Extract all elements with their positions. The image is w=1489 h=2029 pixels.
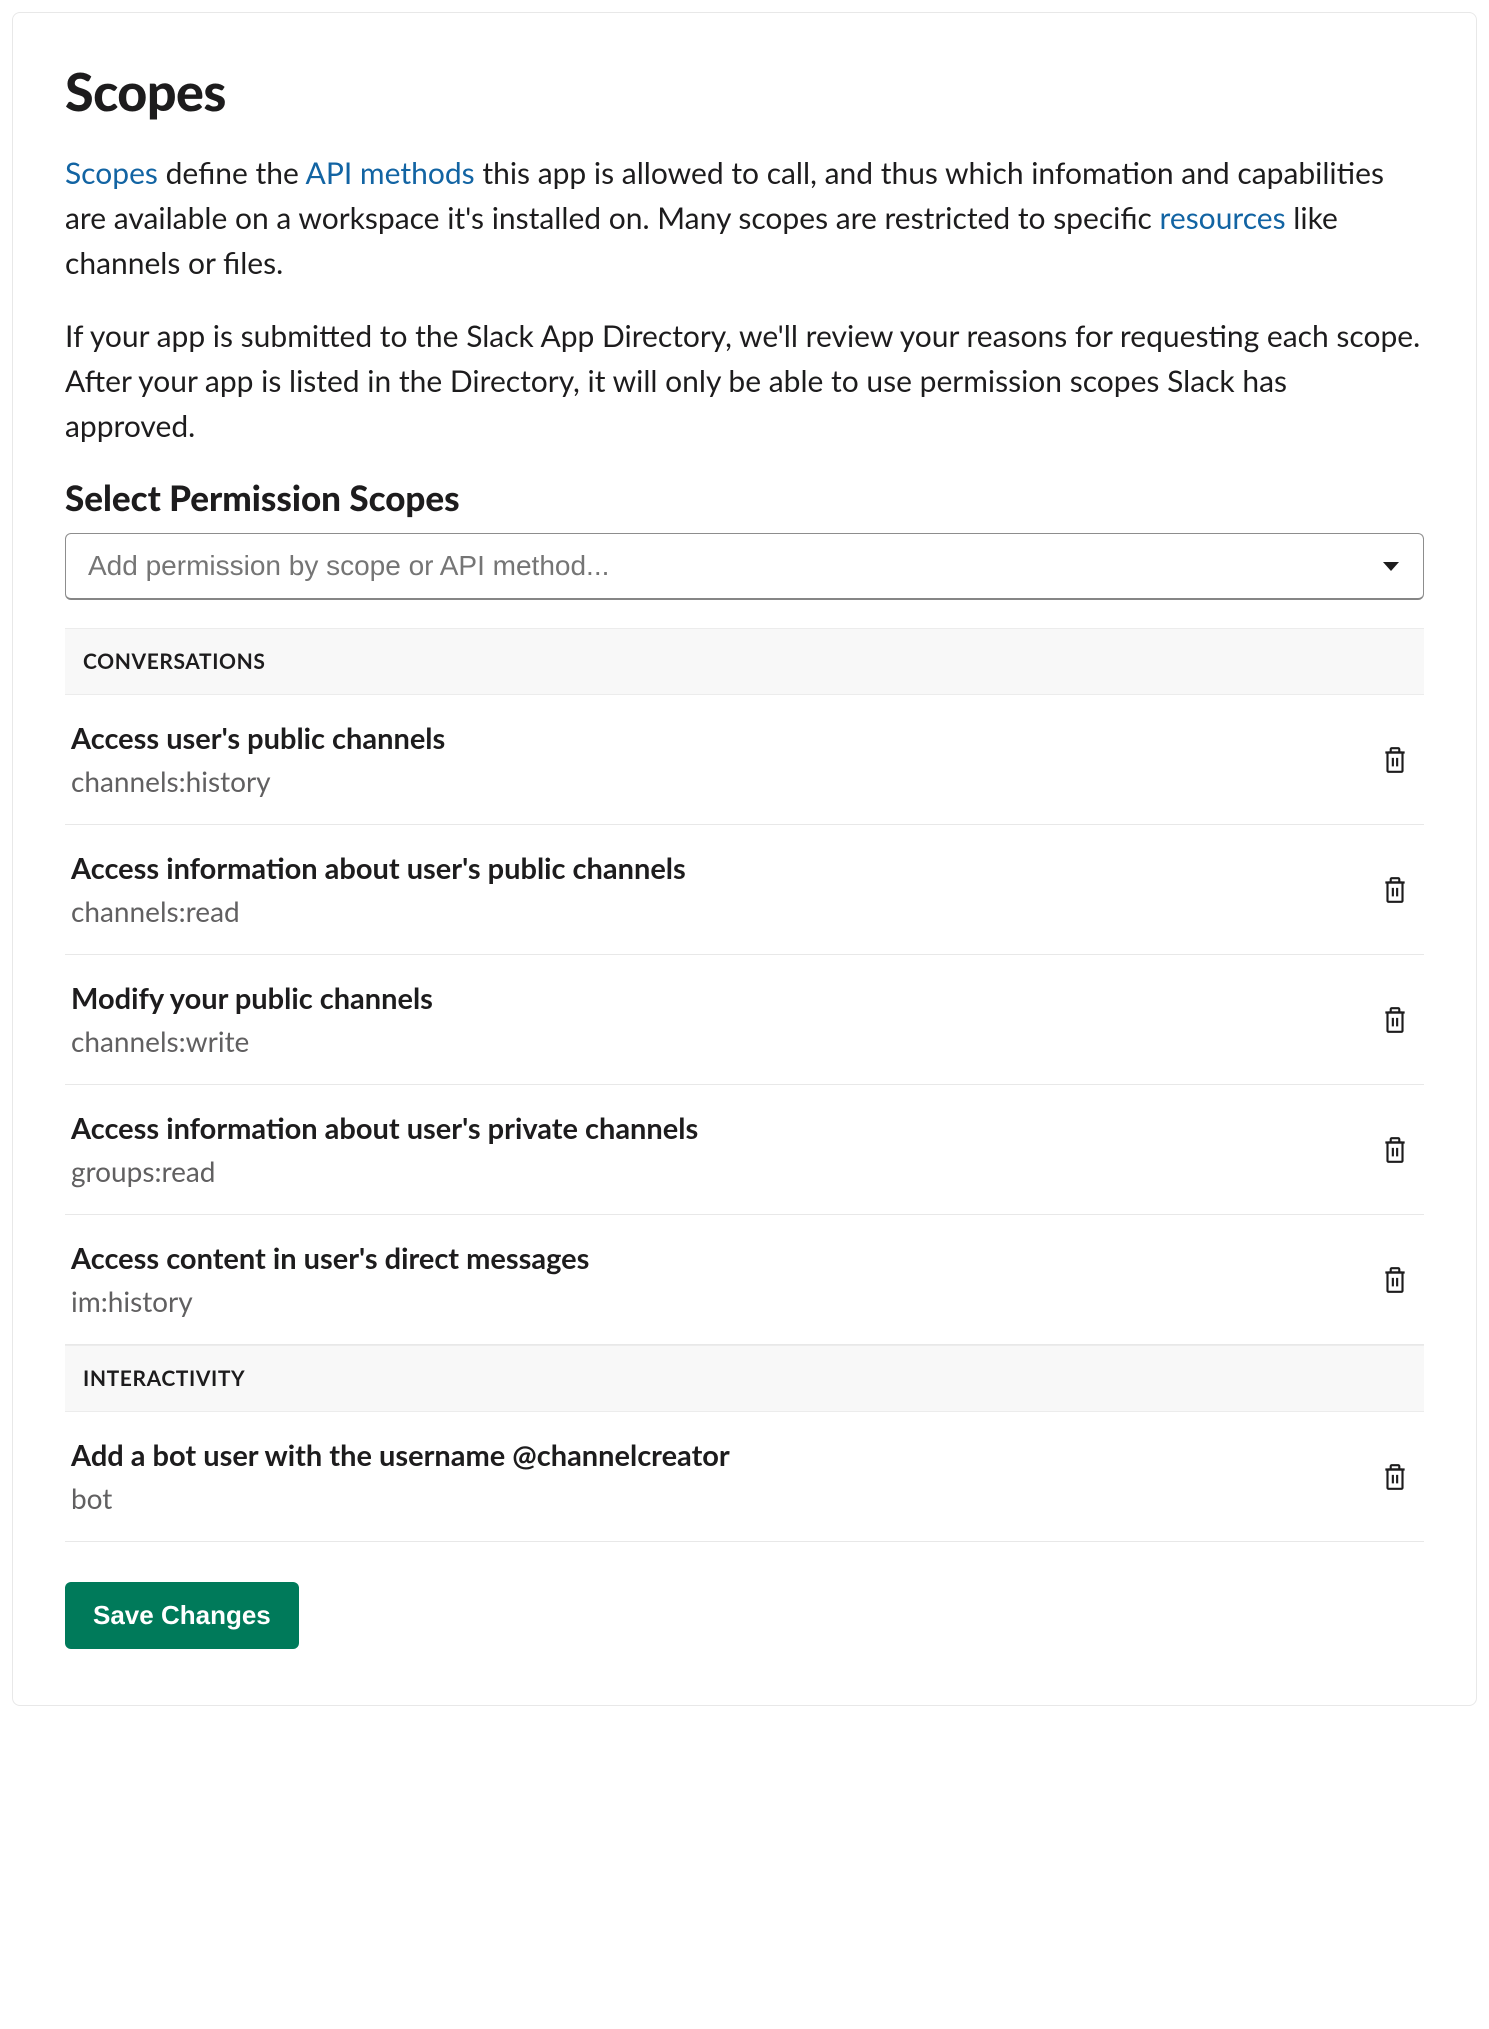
scope-key: channels:history <box>71 764 445 798</box>
scope-title: Access user's public channels <box>71 721 445 756</box>
delete-scope-button[interactable] <box>1376 1259 1414 1301</box>
intro-paragraph-1: Scopes define the API methods this app i… <box>65 151 1424 286</box>
scope-row: Add a bot user with the username @channe… <box>65 1412 1424 1542</box>
scope-row: Access content in user's direct messages… <box>65 1215 1424 1345</box>
delete-scope-button[interactable] <box>1376 1456 1414 1498</box>
scope-title: Add a bot user with the username @channe… <box>71 1438 730 1473</box>
scope-text: Access information about user's public c… <box>71 851 686 928</box>
scope-title: Modify your public channels <box>71 981 433 1016</box>
scope-text: Add a bot user with the username @channe… <box>71 1438 730 1515</box>
scope-row: Access user's public channels channels:h… <box>65 695 1424 825</box>
scopes-link[interactable]: Scopes <box>65 155 158 191</box>
delete-scope-button[interactable] <box>1376 999 1414 1041</box>
scope-key: channels:read <box>71 894 686 928</box>
intro-paragraph-2: If your app is submitted to the Slack Ap… <box>65 314 1424 449</box>
scope-key: im:history <box>71 1284 589 1318</box>
scope-row: Access information about user's private … <box>65 1085 1424 1215</box>
resources-link[interactable]: resources <box>1160 200 1286 236</box>
scope-title: Access content in user's direct messages <box>71 1241 589 1276</box>
delete-scope-button[interactable] <box>1376 1129 1414 1171</box>
delete-scope-button[interactable] <box>1376 739 1414 781</box>
trash-icon <box>1382 875 1408 905</box>
scope-selector-input[interactable] <box>65 533 1424 600</box>
scope-selector[interactable] <box>65 533 1424 600</box>
scope-group-header-conversations: CONVERSATIONS <box>65 628 1424 695</box>
scope-text: Access user's public channels channels:h… <box>71 721 445 798</box>
scope-row: Access information about user's public c… <box>65 825 1424 955</box>
trash-icon <box>1382 745 1408 775</box>
scope-text: Modify your public channels channels:wri… <box>71 981 433 1058</box>
scope-group-header-interactivity: INTERACTIVITY <box>65 1345 1424 1412</box>
scopes-card: Scopes Scopes define the API methods thi… <box>12 12 1477 1706</box>
scope-key: groups:read <box>71 1154 698 1188</box>
scope-text: Access information about user's private … <box>71 1111 698 1188</box>
scope-title: Access information about user's public c… <box>71 851 686 886</box>
delete-scope-button[interactable] <box>1376 869 1414 911</box>
intro-text-1: define the <box>158 155 306 191</box>
scope-key: channels:write <box>71 1024 433 1058</box>
scope-title: Access information about user's private … <box>71 1111 698 1146</box>
trash-icon <box>1382 1135 1408 1165</box>
scope-key: bot <box>71 1481 730 1515</box>
scope-row: Modify your public channels channels:wri… <box>65 955 1424 1085</box>
select-scopes-heading: Select Permission Scopes <box>65 477 1424 519</box>
save-changes-button[interactable]: Save Changes <box>65 1582 299 1649</box>
scope-text: Access content in user's direct messages… <box>71 1241 589 1318</box>
trash-icon <box>1382 1265 1408 1295</box>
api-methods-link[interactable]: API methods <box>306 155 475 191</box>
trash-icon <box>1382 1005 1408 1035</box>
trash-icon <box>1382 1462 1408 1492</box>
page-title: Scopes <box>65 61 1424 123</box>
